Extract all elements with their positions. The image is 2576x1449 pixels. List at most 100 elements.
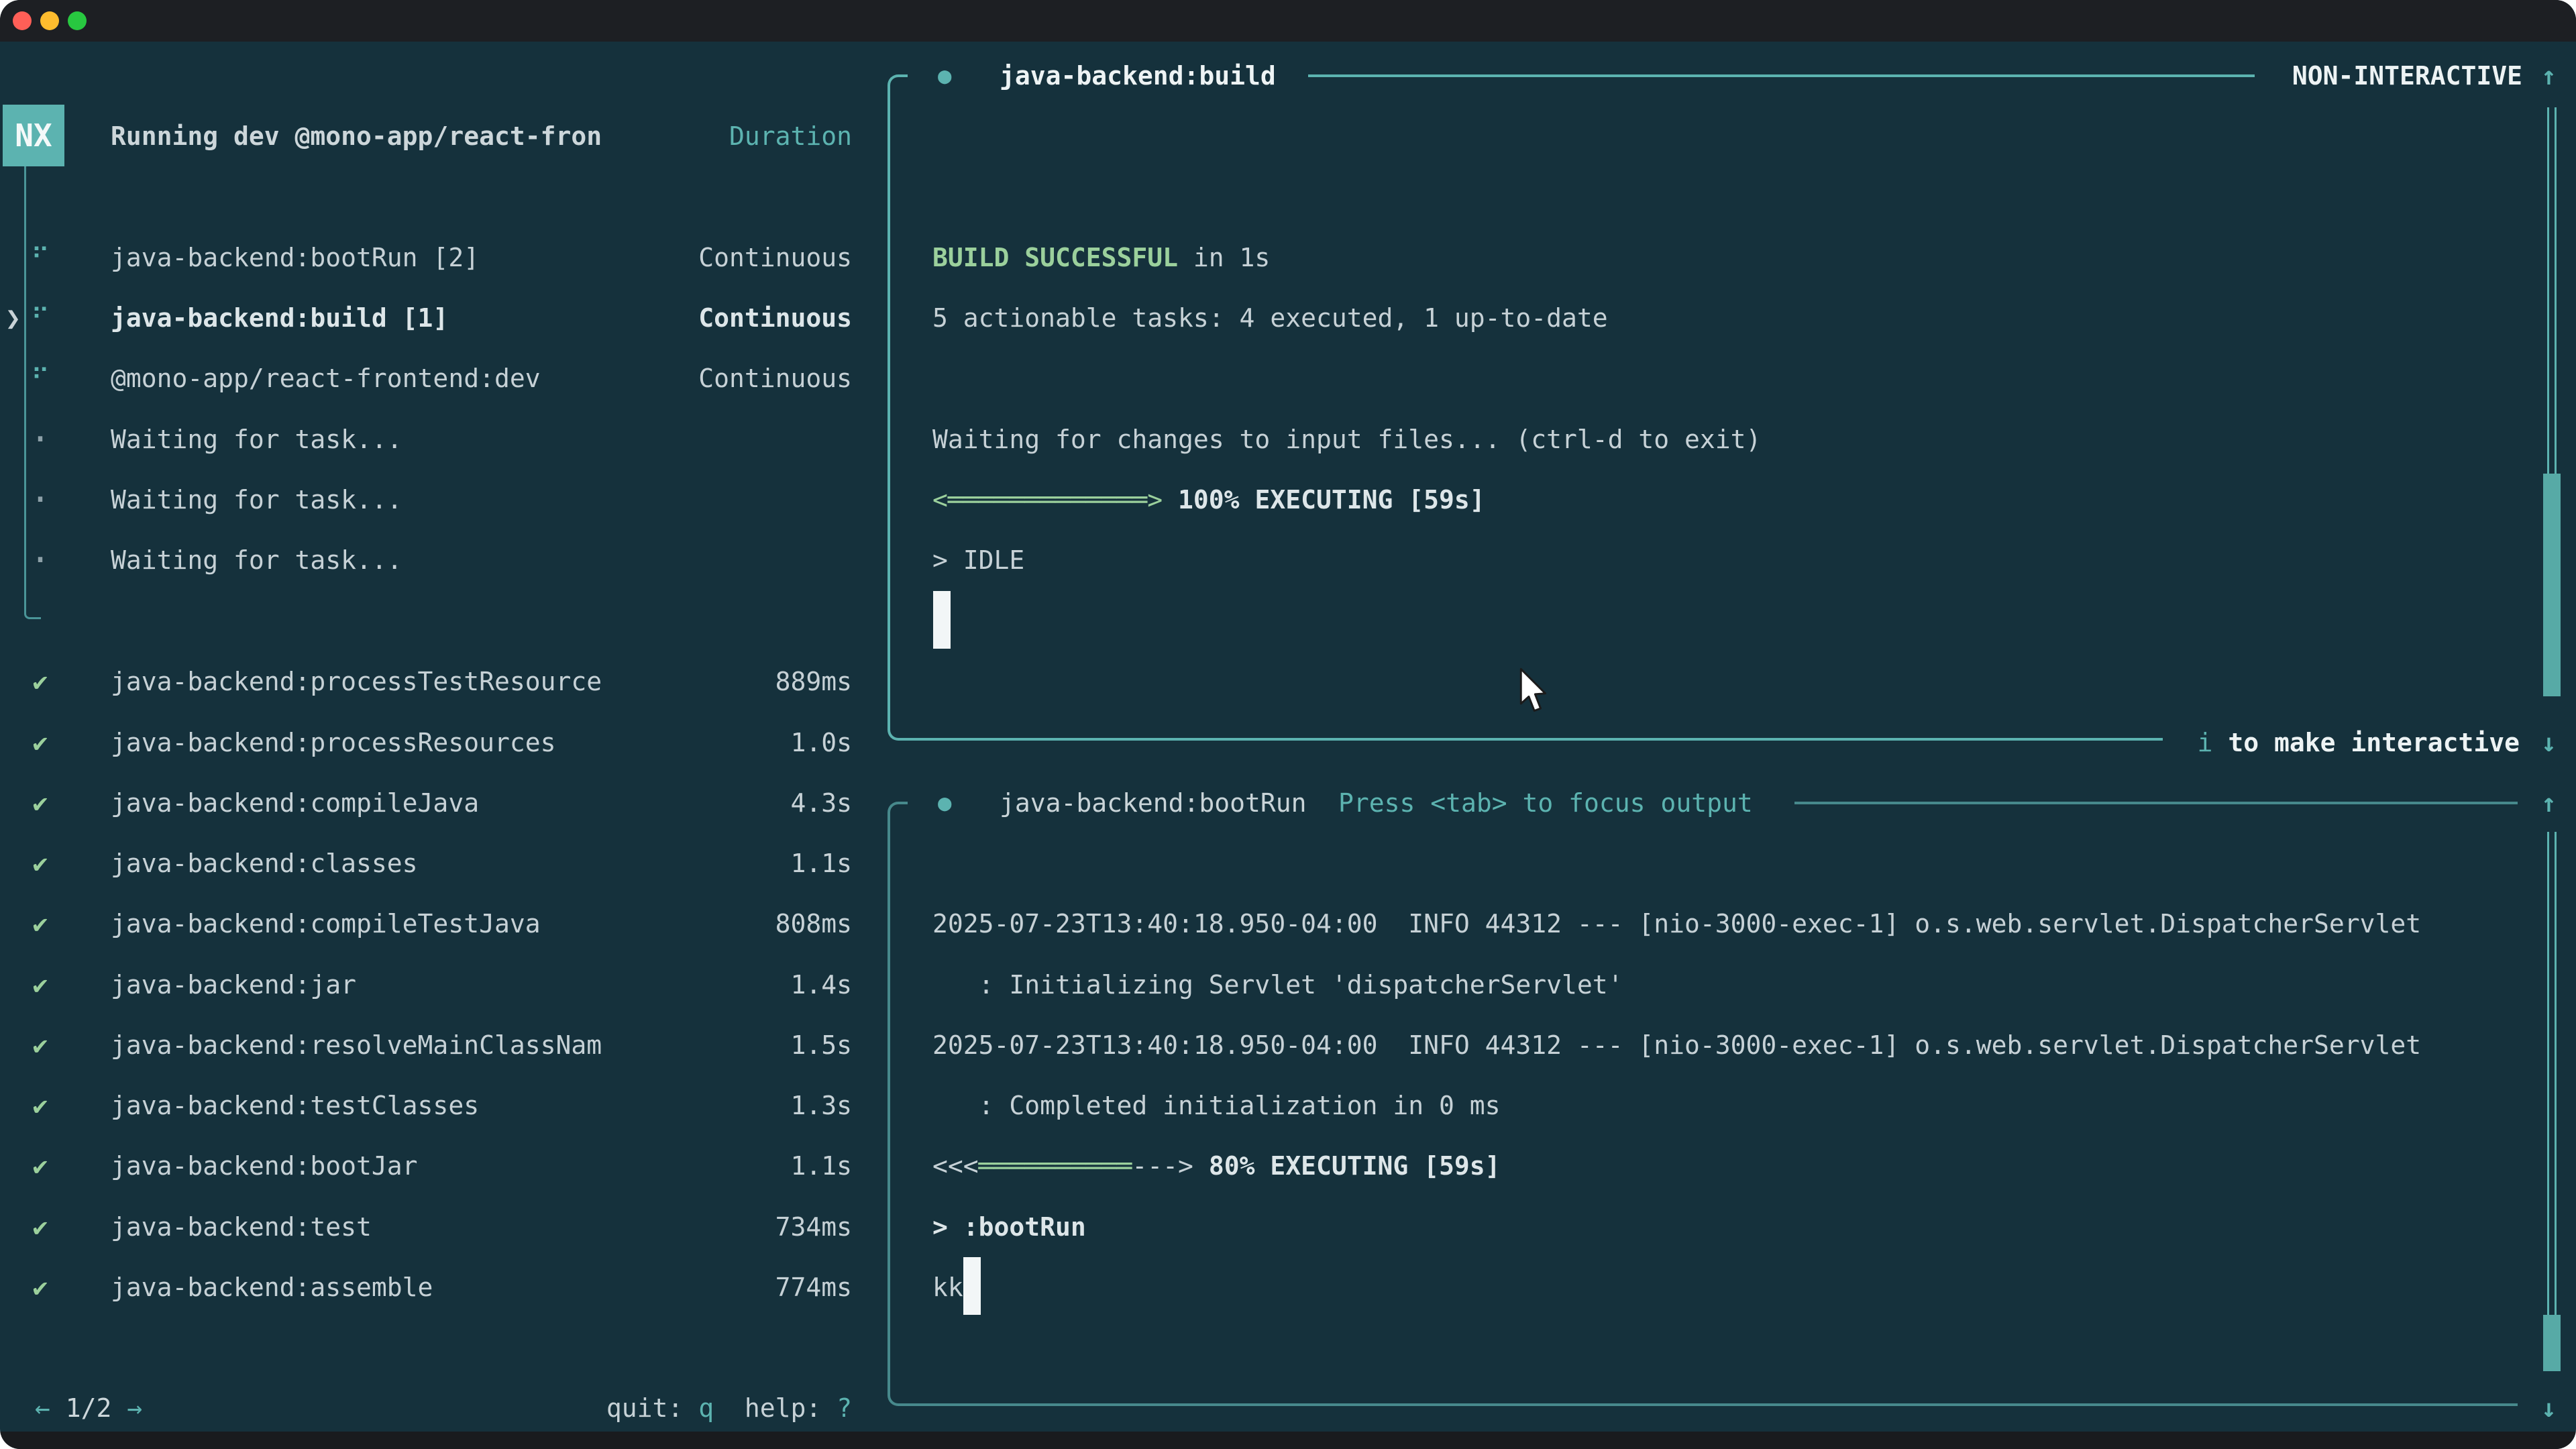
task-row[interactable]: java-backend:classes	[111, 833, 418, 894]
bootrun-pane-scrollbar-thumb[interactable]	[2543, 1315, 2561, 1371]
help-key[interactable]: ?	[837, 1393, 852, 1423]
task-duration: 1.4s	[651, 955, 852, 1015]
bootrun-pane-scrollbar-track[interactable]	[2547, 832, 2557, 1368]
selection-chevron-icon: ❯	[5, 288, 21, 348]
bootrun-pane-header-line	[1794, 802, 2518, 804]
task-duration: 774ms	[651, 1257, 852, 1318]
footer-shortcuts: quit: q help: ?	[517, 1378, 852, 1438]
task-row[interactable]: java-backend:resolveMainClassNam	[111, 1015, 602, 1075]
scroll-down-arrow-icon[interactable]: ↓	[2541, 1378, 2557, 1438]
app-window: NX Running dev @mono-app/react-fron Dura…	[0, 0, 2576, 1449]
task-row[interactable]: java-backend:compileJava	[111, 773, 479, 833]
task-row-bootrun[interactable]: java-backend:bootRun [2]	[111, 227, 479, 288]
check-icon: ✔	[20, 1015, 60, 1075]
waiting-dot-icon: ·	[20, 409, 60, 470]
waiting-task-row: Waiting for task...	[111, 470, 402, 530]
task-row-frontend-dev[interactable]: @mono-app/react-frontend:dev	[111, 348, 541, 409]
log-line: 2025-07-23T13:40:18.950-04:00 INFO 44312…	[932, 1015, 2421, 1075]
text-cursor	[963, 1257, 981, 1315]
task-duration: 1.0s	[651, 712, 852, 773]
title-bar	[0, 0, 2576, 42]
task-row[interactable]: java-backend:test	[111, 1197, 372, 1257]
page-indicator-value: 1/2	[66, 1393, 112, 1423]
waiting-dot-icon: ·	[20, 470, 60, 530]
task-row[interactable]: java-backend:assemble	[111, 1257, 433, 1318]
close-window-icon[interactable]	[13, 11, 32, 30]
focus-output-hint: Press <tab> to focus output	[1338, 773, 1753, 833]
task-row[interactable]: java-backend:bootJar	[111, 1136, 418, 1196]
build-pane-border	[888, 74, 908, 741]
task-row[interactable]: java-backend:processTestResource	[111, 651, 602, 712]
log-line: : Initializing Servlet 'dispatcherServle…	[932, 955, 1623, 1015]
task-duration: 4.3s	[651, 773, 852, 833]
pane-status-dot-icon: ●	[938, 773, 951, 833]
check-icon: ✔	[20, 651, 60, 712]
sidebar-header-title: Running dev @mono-app/react-fron	[111, 106, 602, 166]
maximize-window-icon[interactable]	[68, 11, 87, 30]
interactive-hint-text: to make interactive	[2228, 728, 2520, 757]
next-page-arrow-icon[interactable]: →	[127, 1393, 142, 1423]
task-row[interactable]: java-backend:compileTestJava	[111, 894, 541, 954]
waiting-dot-icon: ·	[20, 530, 60, 590]
task-row-build-selected[interactable]: java-backend:build [1]	[111, 288, 448, 348]
task-duration: 1.3s	[651, 1075, 852, 1136]
check-icon: ✔	[20, 1257, 60, 1318]
task-duration: 889ms	[651, 651, 852, 712]
mouse-cursor-icon	[1517, 667, 1550, 713]
page-indicator	[50, 1393, 66, 1423]
text-cursor	[933, 591, 951, 649]
task-duration: 734ms	[651, 1197, 852, 1257]
scroll-down-arrow-icon[interactable]: ↓	[2541, 712, 2557, 773]
window-bottom-edge	[0, 1432, 2576, 1449]
bootrun-progress-bar: <<<══════════---> 80% EXECUTING [59s]	[932, 1136, 1501, 1196]
task-duration: 1.5s	[651, 1015, 852, 1075]
progress-bar-tail: --->	[1132, 1151, 1193, 1181]
task-row[interactable]: java-backend:processResources	[111, 712, 555, 773]
check-icon: ✔	[20, 773, 60, 833]
task-status: Continuous	[651, 348, 852, 409]
nx-tui-screenshot: NX Running dev @mono-app/react-fron Dura…	[0, 0, 2576, 1449]
check-icon: ✔	[20, 1136, 60, 1196]
spinner-icon: ⠋	[20, 348, 60, 409]
prev-page-arrow-icon[interactable]: ←	[35, 1393, 50, 1423]
minimize-window-icon[interactable]	[40, 11, 59, 30]
check-icon: ✔	[20, 955, 60, 1015]
task-duration: 1.1s	[651, 833, 852, 894]
waiting-task-row: Waiting for task...	[111, 409, 402, 470]
build-pane-scrollbar-thumb[interactable]	[2543, 474, 2561, 696]
build-pane-header-line	[1308, 74, 2255, 77]
waiting-task-row: Waiting for task...	[111, 530, 402, 590]
log-line: : Completed initialization in 0 ms	[932, 1075, 1500, 1136]
terminal-input-text[interactable]: kk	[932, 1257, 963, 1318]
bootrun-pane-footer-line	[908, 1403, 2518, 1406]
progress-bar-head: <<<	[932, 1151, 979, 1181]
build-pane-mode-badge: NON-INTERACTIVE	[2187, 46, 2522, 106]
build-prompt-line: > IDLE	[932, 530, 1024, 590]
quit-label: quit:	[606, 1393, 698, 1423]
pagination: ← 1/2 →	[35, 1378, 142, 1438]
log-line: 2025-07-23T13:40:18.950-04:00 INFO 44312…	[932, 894, 2421, 954]
build-waiting-line: Waiting for changes to input files... (c…	[932, 409, 1761, 470]
bootrun-pane-title: java-backend:bootRun	[1000, 773, 1307, 833]
progress-bar-fill: <═════════════>	[932, 485, 1163, 515]
build-progress-bar: <═════════════> 100% EXECUTING [59s]	[932, 470, 1485, 530]
build-summary-line: 5 actionable tasks: 4 executed, 1 up-to-…	[932, 288, 1608, 348]
check-icon: ✔	[20, 1197, 60, 1257]
check-icon: ✔	[20, 1075, 60, 1136]
quit-key[interactable]: q	[698, 1393, 714, 1423]
task-duration: 808ms	[651, 894, 852, 954]
check-icon: ✔	[20, 894, 60, 954]
progress-bar-fill: ══════════	[979, 1151, 1132, 1181]
build-pane-title: java-backend:build	[1000, 46, 1276, 106]
scroll-up-arrow-icon[interactable]: ↑	[2541, 46, 2557, 106]
interactive-hint[interactable]: i to make interactive	[2012, 712, 2520, 773]
task-duration: 1.1s	[651, 1136, 852, 1196]
bootrun-pane-border	[888, 802, 908, 1406]
task-row[interactable]: java-backend:testClasses	[111, 1075, 479, 1136]
scroll-up-arrow-icon[interactable]: ↑	[2541, 773, 2557, 833]
task-row[interactable]: java-backend:jar	[111, 955, 356, 1015]
interactive-hint-key[interactable]: i	[2198, 728, 2229, 757]
nx-logo: NX	[3, 105, 64, 166]
help-label: help:	[714, 1393, 837, 1423]
duration-column-header: Duration	[651, 106, 852, 166]
